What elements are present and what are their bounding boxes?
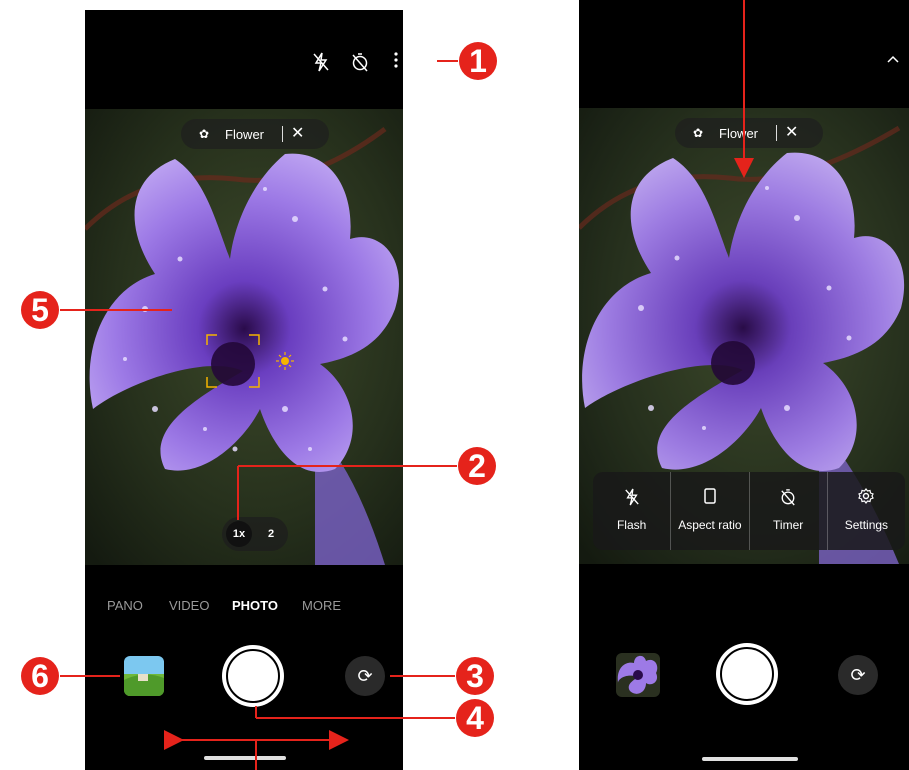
callout-6: 6 [20, 656, 60, 696]
annotation-overlay [60, 0, 754, 770]
callout-2: 2 [457, 446, 497, 486]
callout-3: 3 [455, 656, 495, 696]
callout-number: 6 [31, 658, 49, 694]
callout-1: 1 [458, 41, 498, 81]
callout-number: 4 [466, 700, 484, 736]
callout-number: 5 [31, 292, 49, 328]
callout-5: 5 [20, 290, 60, 330]
callout-number: 2 [468, 448, 486, 484]
callout-number: 3 [466, 658, 484, 694]
callout-4: 4 [455, 698, 495, 738]
callout-number: 1 [469, 43, 487, 79]
